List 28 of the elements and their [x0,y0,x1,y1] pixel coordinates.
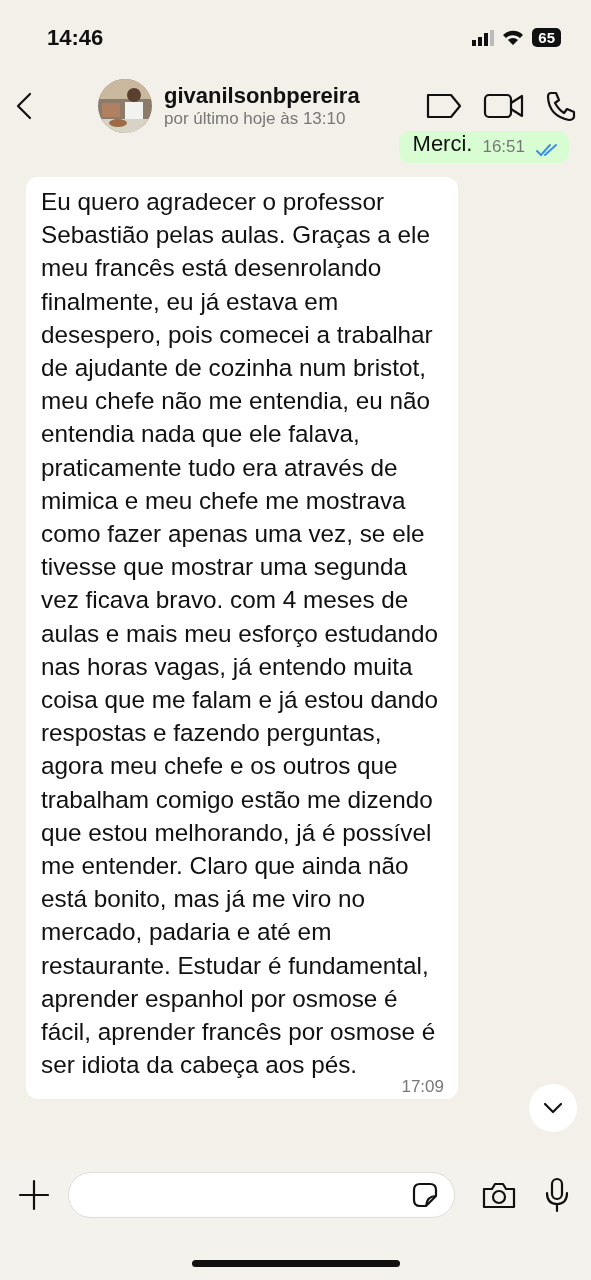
attach-button[interactable] [18,1179,50,1211]
video-camera-icon [483,91,525,121]
voice-call-button[interactable] [545,90,577,122]
video-call-button[interactable] [483,91,525,121]
back-icon [14,91,34,121]
battery-level: 65 [532,28,561,47]
back-button[interactable] [14,91,34,121]
message-time: 17:09 [401,1077,444,1098]
scroll-down-button[interactable] [529,1084,577,1132]
message-text: Eu quero agradecer o professor Sebastião pelas aulas. Graças a ele meu francês está desenrolando finalmente, eu já estava em desespero, pois comecei a trabalhar de ajudante de cozinha num bristot, meu chefe não me entendia, eu não entendia nada que ele falava, praticamente tudo era através de mimica e meu chefe me mostrava como fazer apenas uma vez, se ele tivesse que mostrar uma segunda vez ficava bravo. com 4 meses de aulas e mais meu esforço estudando nas horas vagas, já entendo muita coisa que me falam e já estou dando respostas e fazendo perguntas, agora meu chefe e os outros que trabalham comigo estão me dizendo que estou melhorando, já é possível me entender. Claro que ainda não está bonito, mas já me viro no mercado, padaria e até em restaurante. Estudar é fundamental, aprender espanhol por osmose é fácil, aprender francês por osmose é ser idiota da cabeça aos pés. [41,187,440,1080]
message-time: 16:51 [482,137,525,157]
contact-name: givanilsonbpereira [164,83,361,109]
sticker-icon [410,1180,440,1210]
status-time: 14:46 [47,24,104,51]
last-seen: por último hoje às 13:10 [164,109,347,129]
plus-icon [18,1179,50,1211]
microphone-icon [543,1177,571,1213]
message-input-field[interactable] [68,1172,455,1218]
chevron-down-icon [542,1101,564,1115]
wifi-icon [502,29,525,46]
phone-icon [545,90,577,122]
microphone-button[interactable] [543,1177,571,1213]
message-text: Merci. [412,131,473,157]
tag-icon [425,91,463,121]
camera-button[interactable] [481,1180,517,1210]
signal-icon [472,29,495,46]
camera-icon [481,1180,517,1210]
label-button[interactable] [425,91,463,121]
